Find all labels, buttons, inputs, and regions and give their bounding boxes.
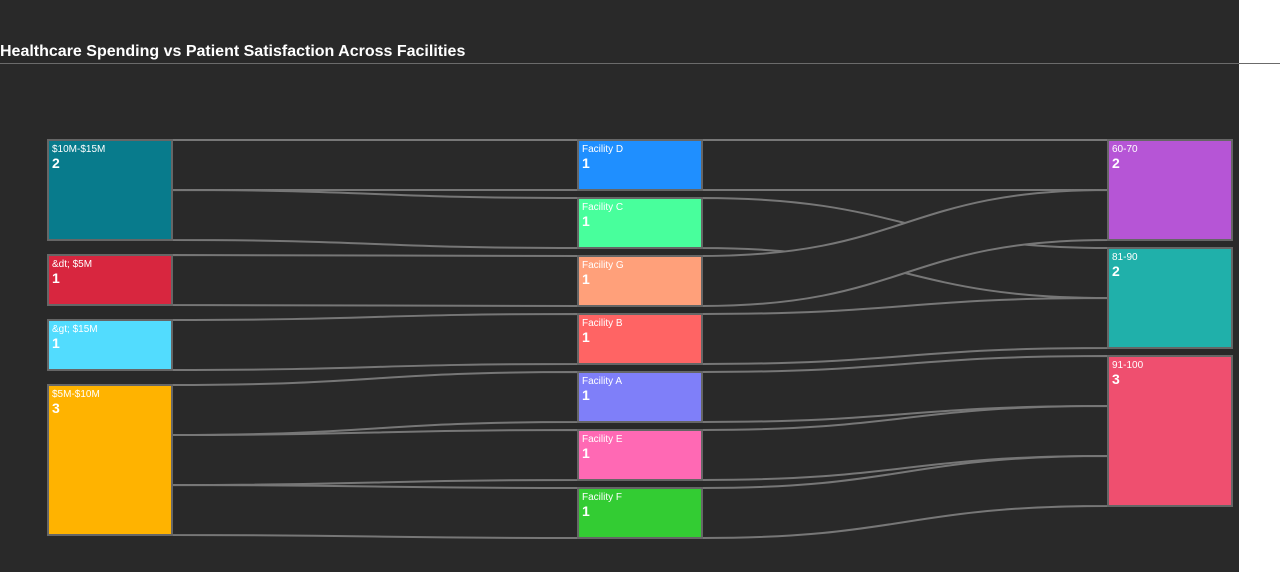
node-label: &dt; $5M [52, 259, 92, 270]
node-s1015[interactable]: $10M-$15M2 [47, 139, 173, 241]
node-rect[interactable] [1107, 247, 1233, 349]
link-sgt15-fB[interactable] [171, 312, 579, 372]
node-value: 1 [582, 329, 590, 345]
node-r91100[interactable]: 91-1003 [1107, 355, 1233, 507]
node-label: Facility G [582, 260, 624, 271]
node-fB[interactable]: Facility B1 [577, 313, 703, 365]
link-s1015-fD[interactable] [171, 138, 579, 192]
node-fF[interactable]: Facility F1 [577, 487, 703, 539]
node-rect[interactable] [47, 384, 173, 536]
node-fC[interactable]: Facility C1 [577, 197, 703, 249]
link-s1015-fC[interactable] [171, 188, 579, 250]
link-slt5-fG[interactable] [171, 253, 579, 308]
node-value: 1 [582, 271, 590, 287]
chart-panel: Healthcare Spending vs Patient Satisfact… [0, 0, 1239, 572]
node-rect[interactable] [47, 139, 173, 241]
link-fB-r8190[interactable] [701, 296, 1109, 366]
node-label: Facility C [582, 202, 623, 213]
node-r8190[interactable]: 81-902 [1107, 247, 1233, 349]
node-fG[interactable]: Facility G1 [577, 255, 703, 307]
node-value: 1 [582, 213, 590, 229]
node-value: 1 [582, 155, 590, 171]
sankey-chart: $10M-$15M2&dt; $5M1&gt; $15M1$5M-$10M3Fa… [47, 138, 1233, 540]
node-value: 3 [52, 400, 60, 416]
node-s510[interactable]: $5M-$10M3 [47, 384, 173, 536]
link-s510-fA[interactable] [171, 370, 579, 437]
node-label: 91-100 [1112, 360, 1144, 371]
node-rect[interactable] [1107, 139, 1233, 241]
node-slt5[interactable]: &dt; $5M1 [47, 254, 173, 306]
node-rect[interactable] [1107, 355, 1233, 507]
node-value: 3 [1112, 371, 1120, 387]
node-fE[interactable]: Facility E1 [577, 429, 703, 481]
node-value: 2 [1112, 155, 1120, 171]
node-value: 1 [582, 387, 590, 403]
node-value: 1 [52, 270, 60, 286]
node-label: 60-70 [1112, 144, 1138, 155]
node-value: 2 [52, 155, 60, 171]
node-label: 81-90 [1112, 252, 1138, 263]
node-value: 1 [582, 503, 590, 519]
node-fD[interactable]: Facility D1 [577, 139, 703, 191]
link-fD-r6070[interactable] [701, 138, 1109, 192]
node-fA[interactable]: Facility A1 [577, 371, 703, 423]
node-sgt15[interactable]: &gt; $15M1 [47, 319, 173, 371]
node-label: Facility E [582, 434, 623, 445]
link-s510-fF[interactable] [171, 483, 579, 540]
title-divider [0, 63, 1280, 64]
node-label: Facility A [582, 376, 622, 387]
link-s510-fE[interactable] [171, 428, 579, 487]
node-label: Facility B [582, 318, 623, 329]
node-label: Facility F [582, 492, 622, 503]
node-r6070[interactable]: 60-702 [1107, 139, 1233, 241]
node-label: $5M-$10M [52, 389, 100, 400]
node-value: 2 [1112, 263, 1120, 279]
node-value: 1 [52, 335, 60, 351]
node-label: &gt; $15M [52, 324, 98, 335]
node-label: Facility D [582, 144, 623, 155]
node-label: $10M-$15M [52, 144, 105, 155]
node-value: 1 [582, 445, 590, 461]
